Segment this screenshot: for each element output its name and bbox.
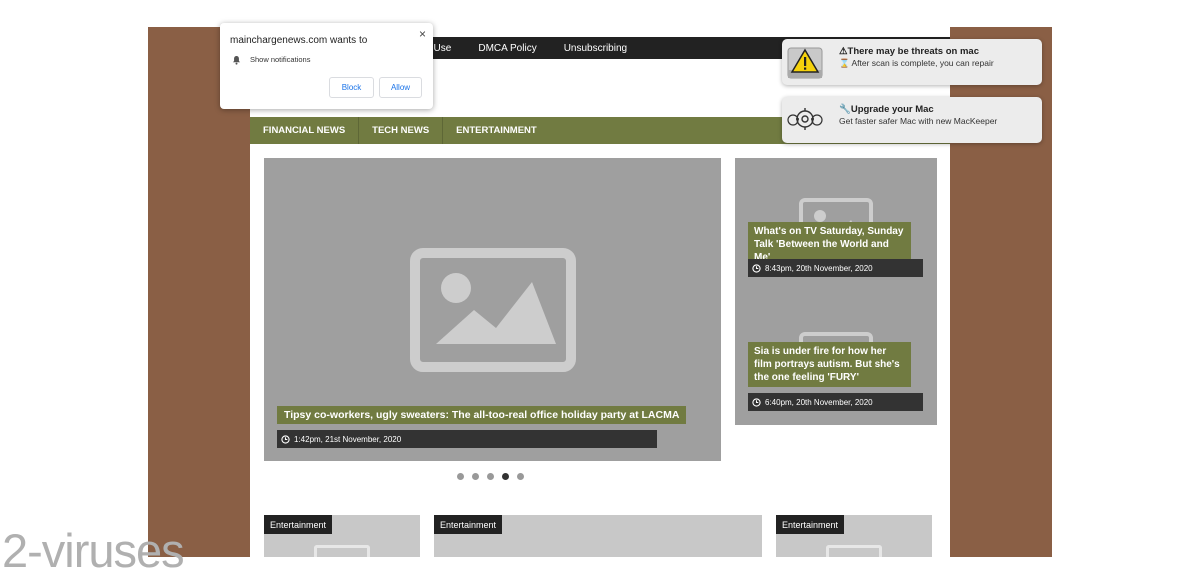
nav-tech-news[interactable]: TECH NEWS <box>359 117 444 144</box>
side-posts: What's on TV Saturday, Sunday Talk 'Betw… <box>735 158 937 425</box>
carousel-dot[interactable] <box>487 473 494 480</box>
hero-title[interactable]: Tipsy co-workers, ugly sweaters: The all… <box>277 406 687 424</box>
toast-title: ⚠There may be threats on mac <box>839 46 979 57</box>
category-tag[interactable]: Entertainment <box>776 515 845 534</box>
toast-body: Get faster safer Mac with new MacKeeper <box>839 116 998 126</box>
toast-body: ⌛ After scan is complete, you can repair <box>839 58 994 68</box>
clock-icon <box>752 397 761 407</box>
hero-date-text: 1:42pm, 21st November, 2020 <box>294 434 402 444</box>
clock-icon <box>281 434 290 444</box>
side-post-date-text: 8:43pm, 20th November, 2020 <box>765 263 873 273</box>
block-button[interactable]: Block <box>329 77 374 98</box>
category-tag[interactable]: Entertainment <box>434 515 503 534</box>
nav-entertainment[interactable]: ENTERTAINMENT <box>443 117 550 144</box>
upgrade-toast[interactable]: 🔧Upgrade your Mac Get faster safer Mac w… <box>782 97 1042 143</box>
image-placeholder-icon <box>410 248 576 372</box>
category-card[interactable]: Entertainment <box>264 515 420 557</box>
close-icon[interactable]: × <box>419 27 426 41</box>
clock-icon <box>752 263 761 273</box>
watermark-logo: 2-viruses <box>2 524 185 577</box>
carousel-dot[interactable] <box>472 473 479 480</box>
side-post-title[interactable]: Sia is under fire for how her film portr… <box>748 342 911 387</box>
carousel-dot[interactable] <box>517 473 524 480</box>
top-link-unsubscribing[interactable]: Unsubscribing <box>564 43 627 54</box>
carousel-dot[interactable] <box>457 473 464 480</box>
hero-slide[interactable]: Tipsy co-workers, ugly sweaters: The all… <box>264 158 721 461</box>
top-links: f Use DMCA Policy Unsubscribing <box>428 37 627 59</box>
hero-date: 1:42pm, 21st November, 2020 <box>277 430 657 448</box>
gears-icon <box>787 108 823 130</box>
category-card[interactable]: Entertainment <box>776 515 932 557</box>
side-post-date: 6:40pm, 20th November, 2020 <box>748 393 923 411</box>
side-post-date: 8:43pm, 20th November, 2020 <box>748 259 923 277</box>
allow-button[interactable]: Allow <box>379 77 422 98</box>
threat-toast[interactable]: ⚠There may be threats on mac ⌛ After sca… <box>782 39 1042 85</box>
category-card[interactable]: Entertainment <box>434 515 762 557</box>
notification-permission-popup: mainchargenews.com wants to × Show notif… <box>220 23 433 109</box>
carousel-dot-active[interactable] <box>502 473 509 480</box>
category-tag[interactable]: Entertainment <box>264 515 333 534</box>
side-post-date-text: 6:40pm, 20th November, 2020 <box>765 397 873 407</box>
top-link-dmca[interactable]: DMCA Policy <box>478 43 536 54</box>
toast-title: 🔧Upgrade your Mac <box>839 104 934 115</box>
warning-drive-icon <box>787 47 823 79</box>
image-placeholder-icon <box>314 545 370 557</box>
bell-icon <box>232 55 241 65</box>
carousel-dots <box>457 473 524 480</box>
popup-permission-text: Show notifications <box>250 55 311 64</box>
popup-site-text: mainchargenews.com wants to <box>230 35 368 46</box>
image-placeholder-icon <box>826 545 882 557</box>
nav-financial-news[interactable]: FINANCIAL NEWS <box>250 117 360 144</box>
